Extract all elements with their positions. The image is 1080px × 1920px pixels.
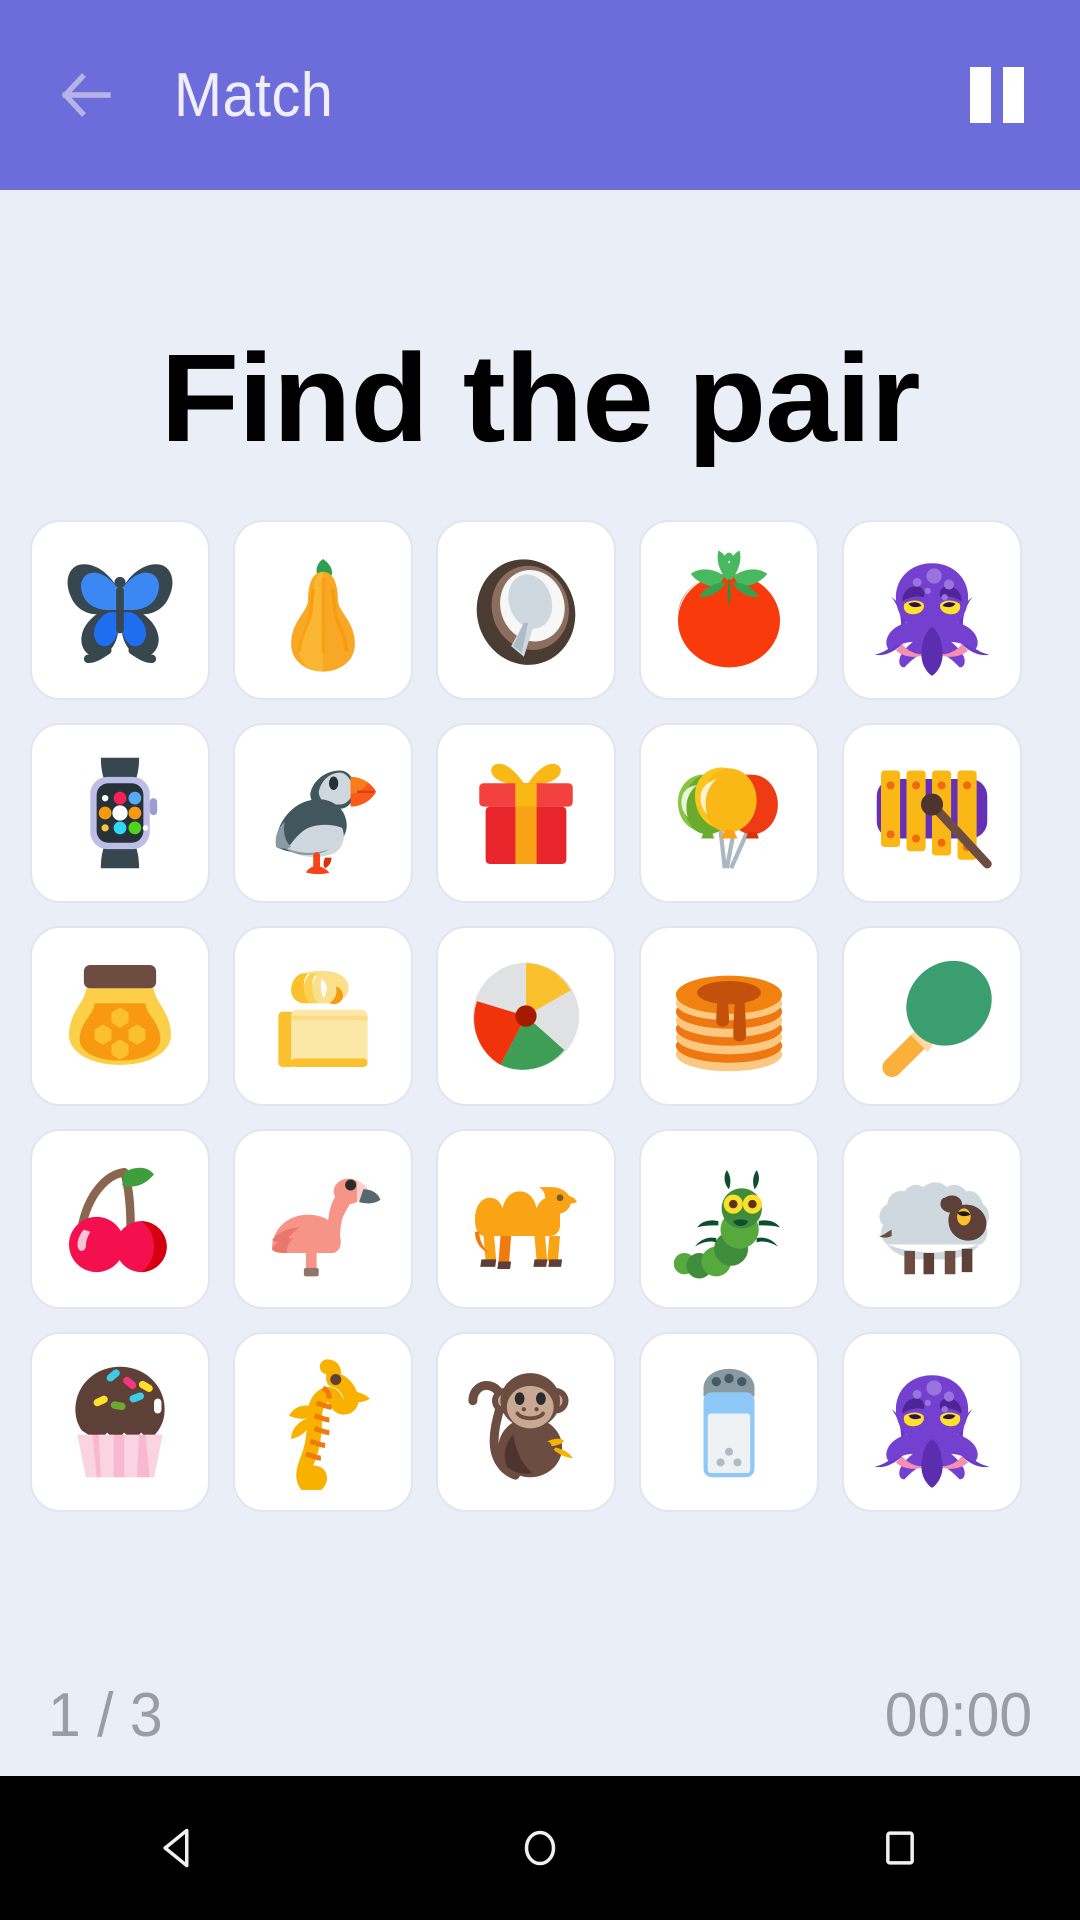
octopus-icon — [864, 1354, 1000, 1490]
round-progress: 1 / 3 — [48, 1680, 163, 1751]
tile-pingpong[interactable] — [842, 926, 1022, 1106]
nav-recents-button[interactable] — [825, 1776, 975, 1920]
tile-xylophone[interactable] — [842, 723, 1022, 903]
seahorse-icon — [255, 1354, 391, 1490]
app-bar-title: Match — [174, 60, 333, 131]
back-button[interactable] — [40, 49, 132, 141]
square-recents-icon — [873, 1821, 927, 1875]
tile-balloons[interactable] — [639, 723, 819, 903]
tile-butter[interactable] — [233, 926, 413, 1106]
flamingo-icon — [255, 1151, 391, 1287]
monkey-icon — [458, 1354, 594, 1490]
tile-honey[interactable] — [30, 926, 210, 1106]
match-game-screen: Match Find the pair — [0, 0, 1080, 1920]
tile-flamingo[interactable] — [233, 1129, 413, 1309]
octopus-icon — [864, 542, 1000, 678]
page-title: Find the pair — [0, 336, 1080, 461]
tile-cupcake[interactable] — [30, 1332, 210, 1512]
balloons-icon — [661, 745, 797, 881]
tile-seahorse[interactable] — [233, 1332, 413, 1512]
nav-back-button[interactable] — [105, 1776, 255, 1920]
puffin-icon — [255, 745, 391, 881]
pause-button[interactable] — [961, 59, 1033, 131]
pause-icon-bar-left — [970, 67, 991, 123]
smartwatch-icon — [52, 745, 188, 881]
android-navigation-bar — [0, 1776, 1080, 1920]
tile-saltshaker[interactable] — [639, 1332, 819, 1512]
app-bar: Match — [0, 0, 1080, 190]
butter-icon — [255, 948, 391, 1084]
tile-monkey[interactable] — [436, 1332, 616, 1512]
tile-tomato[interactable] — [639, 520, 819, 700]
honey-jar-icon — [52, 948, 188, 1084]
salt-shaker-icon — [661, 1354, 797, 1490]
tile-octopus[interactable] — [842, 1332, 1022, 1512]
camel-icon — [458, 1151, 594, 1287]
triangle-back-icon — [153, 1821, 207, 1875]
tile-sheep[interactable] — [842, 1129, 1022, 1309]
pause-icon-bar-right — [1003, 67, 1024, 123]
cherries-icon — [52, 1151, 188, 1287]
tile-watch[interactable] — [30, 723, 210, 903]
tile-caterpillar[interactable] — [639, 1129, 819, 1309]
tile-gift[interactable] — [436, 723, 616, 903]
coconut-icon — [458, 542, 594, 678]
pancakes-icon — [661, 948, 797, 1084]
tile-cherries[interactable] — [30, 1129, 210, 1309]
tile-pancakes[interactable] — [639, 926, 819, 1106]
tile-puffin[interactable] — [233, 723, 413, 903]
tile-camel[interactable] — [436, 1129, 616, 1309]
caterpillar-icon — [661, 1151, 797, 1287]
tile-squash[interactable] — [233, 520, 413, 700]
sheep-icon — [864, 1151, 1000, 1287]
tile-beachball[interactable] — [436, 926, 616, 1106]
tile-octopus[interactable] — [842, 520, 1022, 700]
game-footer: 1 / 3 00:00 — [0, 1660, 1080, 1770]
arrow-left-icon — [55, 64, 117, 126]
tile-coconut[interactable] — [436, 520, 616, 700]
ping-pong-paddle-icon — [864, 948, 1000, 1084]
tile-butterfly[interactable] — [30, 520, 210, 700]
circle-home-icon — [513, 1821, 567, 1875]
cupcake-icon — [52, 1354, 188, 1490]
butterfly-icon — [52, 542, 188, 678]
squash-icon — [255, 542, 391, 678]
game-timer: 00:00 — [885, 1680, 1032, 1751]
tomato-icon — [661, 542, 797, 678]
nav-home-button[interactable] — [465, 1776, 615, 1920]
beach-ball-icon — [458, 948, 594, 1084]
gift-icon — [458, 745, 594, 881]
xylophone-icon — [864, 745, 1000, 881]
match-grid — [30, 520, 1050, 1512]
